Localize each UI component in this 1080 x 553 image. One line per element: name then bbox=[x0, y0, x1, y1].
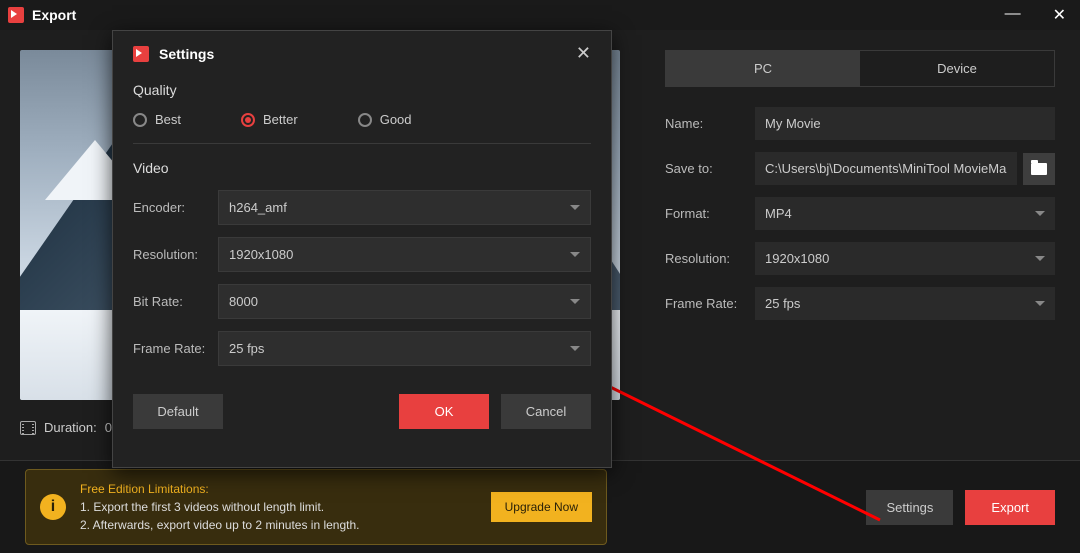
modal-title: Settings bbox=[159, 46, 576, 62]
bitrate-select[interactable]: 8000 bbox=[218, 284, 591, 319]
chevron-down-icon bbox=[570, 299, 580, 304]
window-title: Export bbox=[32, 7, 999, 23]
saveto-field[interactable] bbox=[755, 152, 1017, 185]
bitrate-label: Bit Rate: bbox=[133, 294, 218, 309]
encoder-label: Encoder: bbox=[133, 200, 218, 215]
close-button[interactable]: ✕ bbox=[1047, 5, 1072, 25]
cancel-button[interactable]: Cancel bbox=[501, 394, 591, 429]
encoder-select[interactable]: h264_amf bbox=[218, 190, 591, 225]
chevron-down-icon bbox=[570, 205, 580, 210]
quality-better-radio[interactable]: Better bbox=[241, 112, 298, 127]
limitations-line-2: 2. Afterwards, export video up to 2 minu… bbox=[80, 516, 477, 534]
modal-resolution-select[interactable]: 1920x1080 bbox=[218, 237, 591, 272]
export-button[interactable]: Export bbox=[965, 490, 1055, 525]
app-icon bbox=[8, 7, 24, 23]
minimize-button[interactable]: — bbox=[999, 5, 1027, 25]
resolution-select[interactable]: 1920x1080 bbox=[755, 242, 1055, 275]
tab-pc[interactable]: PC bbox=[666, 51, 860, 86]
limitations-line-1: 1. Export the first 3 videos without len… bbox=[80, 498, 477, 516]
duration-value: 0 bbox=[105, 420, 112, 435]
browse-folder-button[interactable] bbox=[1023, 153, 1055, 185]
folder-icon bbox=[1031, 163, 1047, 175]
name-label: Name: bbox=[665, 116, 755, 131]
format-label: Format: bbox=[665, 206, 755, 221]
quality-section-title: Quality bbox=[133, 82, 591, 98]
modal-resolution-label: Resolution: bbox=[133, 247, 218, 262]
chevron-down-icon bbox=[1035, 301, 1045, 306]
titlebar: Export — ✕ bbox=[0, 0, 1080, 30]
default-button[interactable]: Default bbox=[133, 394, 223, 429]
framerate-label: Frame Rate: bbox=[665, 296, 755, 311]
quality-best-radio[interactable]: Best bbox=[133, 112, 181, 127]
modal-framerate-label: Frame Rate: bbox=[133, 341, 218, 356]
name-field[interactable] bbox=[755, 107, 1055, 140]
chevron-down-icon bbox=[570, 252, 580, 257]
quality-good-radio[interactable]: Good bbox=[358, 112, 412, 127]
film-icon bbox=[20, 421, 36, 435]
upgrade-button[interactable]: Upgrade Now bbox=[491, 492, 592, 522]
modal-framerate-select[interactable]: 25 fps bbox=[218, 331, 591, 366]
settings-button[interactable]: Settings bbox=[866, 490, 953, 525]
framerate-select[interactable]: 25 fps bbox=[755, 287, 1055, 320]
tab-device[interactable]: Device bbox=[860, 51, 1054, 86]
modal-close-button[interactable]: ✕ bbox=[576, 43, 591, 64]
resolution-label: Resolution: bbox=[665, 251, 755, 266]
ok-button[interactable]: OK bbox=[399, 394, 489, 429]
chevron-down-icon bbox=[570, 346, 580, 351]
limitations-title: Free Edition Limitations: bbox=[80, 480, 477, 498]
limitations-banner: i Free Edition Limitations: 1. Export th… bbox=[25, 469, 607, 545]
saveto-label: Save to: bbox=[665, 161, 755, 176]
format-select[interactable]: MP4 bbox=[755, 197, 1055, 230]
chevron-down-icon bbox=[1035, 211, 1045, 216]
info-icon: i bbox=[40, 494, 66, 520]
duration-label: Duration: bbox=[44, 420, 97, 435]
chevron-down-icon bbox=[1035, 256, 1045, 261]
app-icon bbox=[133, 46, 149, 62]
video-section-title: Video bbox=[133, 160, 591, 176]
settings-modal: Settings ✕ Quality Best Better Good Vide… bbox=[112, 30, 612, 468]
